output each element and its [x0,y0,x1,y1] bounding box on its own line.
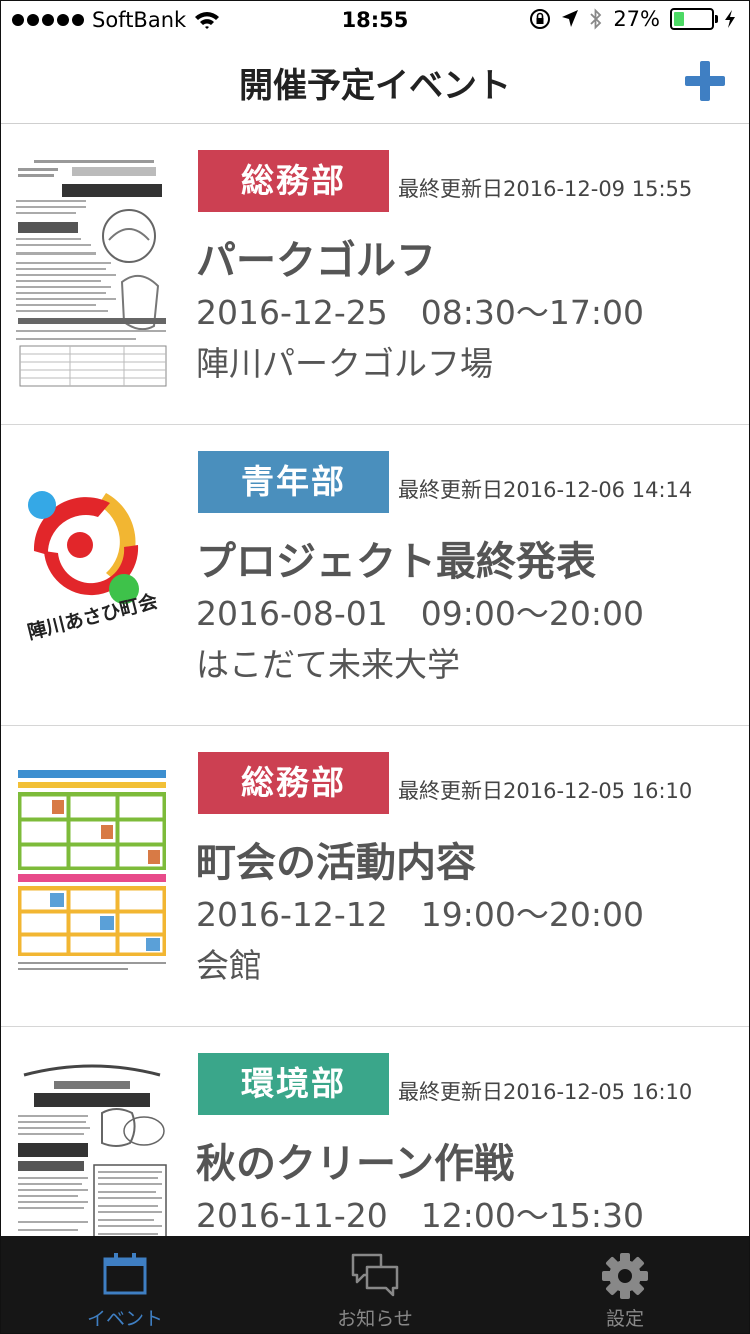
status-bar: SoftBank 18:55 27% [0,0,750,40]
department-badge: 青年部 [198,451,389,513]
tab-notices[interactable]: お知らせ [250,1236,500,1334]
department-badge: 環境部 [198,1053,389,1115]
event-title: 秋のクリーン作戦 [196,1141,514,1187]
event-list: 総務部 最終更新日2016-12-09 15:55 パークゴルフ 2016-12… [0,124,750,1236]
charging-bolt-icon [725,10,735,28]
event-datetime: 2016-11-20 12:00〜15:30 [196,1196,644,1235]
chat-bubbles-icon [351,1253,399,1297]
tab-label: お知らせ [337,1308,413,1330]
event-location: 会館 [196,946,262,985]
event-title: パークゴルフ [196,238,436,284]
tab-settings[interactable]: 設定 [500,1236,750,1334]
last-updated: 最終更新日2016-12-09 15:55 [398,177,693,201]
battery-icon [670,8,718,30]
event-row[interactable]: 環境部 最終更新日2016-12-05 16:10 秋のクリーン作戦 2016-… [0,1027,750,1236]
event-title: 町会の活動内容 [196,840,476,886]
tab-label: イベント [86,1308,163,1330]
tab-events[interactable]: イベント [0,1236,250,1334]
event-thumbnail-flyer [14,158,170,390]
event-thumbnail-cleanup [14,1061,170,1236]
department-badge: 総務部 [198,150,389,212]
battery-percent: 27% [613,7,660,31]
event-row[interactable]: 総務部 最終更新日2016-12-05 16:10 町会の活動内容 2016-1… [0,726,750,1027]
last-updated: 最終更新日2016-12-05 16:10 [398,1080,693,1104]
calendar-icon [103,1253,147,1295]
event-title: プロジェクト最終発表 [196,539,596,585]
bluetooth-icon [590,8,602,30]
event-thumbnail-activity [14,760,170,992]
gear-icon [602,1253,648,1299]
add-event-button[interactable] [682,58,728,104]
event-row[interactable]: 総務部 最終更新日2016-12-09 15:55 パークゴルフ 2016-12… [0,124,750,425]
event-location: はこだて未来大学 [196,645,460,684]
last-updated: 最終更新日2016-12-06 14:14 [398,478,693,502]
orientation-lock-icon [530,9,551,29]
event-datetime: 2016-12-25 08:30〜17:00 [196,293,644,332]
plus-icon [685,61,725,101]
navigation-bar: 開催予定イベント [0,40,750,124]
tab-bar: イベント お知らせ 設定 [0,1236,750,1334]
location-arrow-icon [562,10,579,27]
event-thumbnail-logo: 陣川あさひ町会 [14,465,170,661]
page-title: 開催予定イベント [239,66,511,106]
event-row[interactable]: 陣川あさひ町会 青年部 最終更新日2016-12-06 14:14 プロジェクト… [0,425,750,726]
tab-label: 設定 [605,1308,644,1330]
last-updated: 最終更新日2016-12-05 16:10 [398,779,693,803]
department-badge: 総務部 [198,752,389,814]
event-datetime: 2016-12-12 19:00〜20:00 [196,895,644,934]
event-datetime: 2016-08-01 09:00〜20:00 [196,594,644,633]
event-location: 陣川パークゴルフ場 [196,344,493,383]
